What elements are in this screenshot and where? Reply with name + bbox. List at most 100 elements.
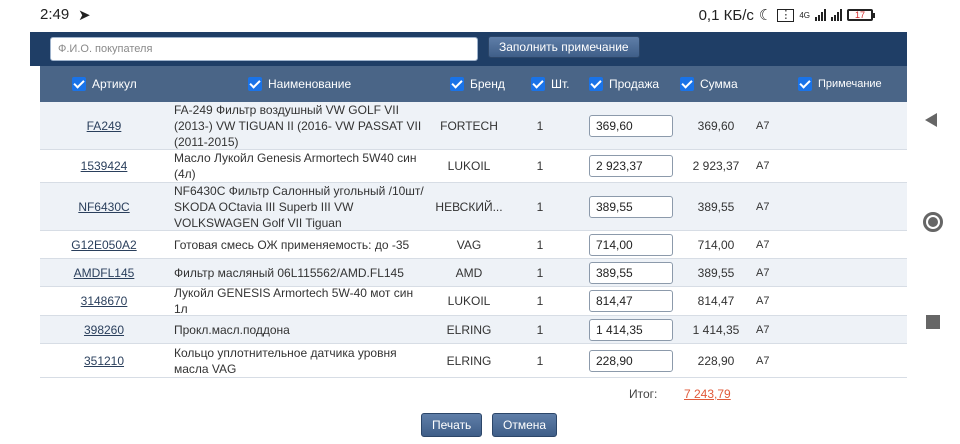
column-qty-label: Шт. xyxy=(551,77,570,91)
sale-price-input[interactable] xyxy=(589,114,673,137)
buyer-name-input[interactable] xyxy=(50,37,478,61)
item-sum: 369,60 xyxy=(697,118,735,133)
item-sum: 1 414,35 xyxy=(692,322,740,337)
column-note[interactable]: Примечание xyxy=(798,66,882,102)
item-qty: 1 xyxy=(536,353,544,368)
item-sum: 389,55 xyxy=(697,199,735,214)
article-link[interactable]: NF6430C xyxy=(78,200,129,214)
item-sum: 389,55 xyxy=(697,265,735,280)
telegram-icon: ➤ xyxy=(78,7,91,24)
column-sum[interactable]: Сумма xyxy=(680,66,738,102)
item-note: А7 xyxy=(756,323,770,336)
sale-price-input[interactable] xyxy=(589,349,673,372)
total-value-link[interactable]: 7 243,79 xyxy=(684,387,731,401)
item-name: Масло Лукойл Genesis Armortech 5W40 син … xyxy=(174,151,417,181)
total-label: Итог: xyxy=(629,387,658,401)
sale-price-input[interactable] xyxy=(589,290,673,312)
table-row: NF6430C NF6430C Фильтр Салонный угольный… xyxy=(40,183,907,231)
item-qty: 1 xyxy=(536,294,544,308)
status-indicators: 0,1 КБ/с ☾ ⋮ 4G 17 xyxy=(698,6,875,24)
article-link[interactable]: FA249 xyxy=(87,119,122,133)
recent-apps-icon[interactable] xyxy=(926,315,940,329)
checkbox-sale[interactable] xyxy=(589,77,603,91)
network-type: 4G xyxy=(799,10,810,20)
article-link[interactable]: 1539424 xyxy=(81,159,128,173)
sale-price-input[interactable] xyxy=(589,155,673,177)
item-brand: AMD xyxy=(455,265,483,280)
checkbox-article[interactable] xyxy=(72,77,86,91)
sale-price-input[interactable] xyxy=(589,233,673,256)
item-note: А7 xyxy=(756,295,770,307)
item-name: Прокл.масл.поддона xyxy=(174,322,290,337)
article-link[interactable]: G12E050A2 xyxy=(71,238,136,252)
item-note: А7 xyxy=(756,354,770,367)
column-sale[interactable]: Продажа xyxy=(589,66,659,102)
status-time: 2:49 xyxy=(40,6,70,23)
app-frame: 2:49 ➤ 0,1 КБ/с ☾ ⋮ 4G 17 Заполнить прим… xyxy=(30,0,907,444)
total-bar: Итог: 7 243,79 xyxy=(40,378,907,410)
item-qty: 1 xyxy=(536,159,544,173)
table-row: AMDFL145 Фильтр масляный 06L115562/AMD.F… xyxy=(40,259,907,287)
item-qty: 1 xyxy=(536,237,544,252)
item-note: А7 xyxy=(756,160,770,172)
message-icon: ⋮ xyxy=(777,8,795,22)
fill-note-button[interactable]: Заполнить примечание xyxy=(488,36,640,58)
article-link[interactable]: 351210 xyxy=(84,354,124,368)
item-qty: 1 xyxy=(536,118,544,133)
item-brand: ELRING xyxy=(446,353,492,368)
article-link[interactable]: 398260 xyxy=(84,323,124,337)
table-row: FA249 FA-249 Фильтр воздушный VW GOLF VI… xyxy=(40,102,907,150)
item-sum: 228,90 xyxy=(697,353,735,368)
signal-icon-2 xyxy=(831,9,842,21)
table-row: 351210 Кольцо уплотнительное датчика уро… xyxy=(40,344,907,378)
item-name: Готовая смесь ОЖ применяемость: до -35 xyxy=(174,237,410,252)
checkbox-name[interactable] xyxy=(248,77,262,91)
item-name: Лукойл GENESIS Armortech 5W-40 мот син 1… xyxy=(174,286,414,316)
footer-actions: Печать Отмена xyxy=(30,410,907,444)
checkbox-sum[interactable] xyxy=(680,77,694,91)
android-nav-bar xyxy=(907,0,960,444)
item-qty: 1 xyxy=(536,199,544,214)
sale-price-input[interactable] xyxy=(589,195,673,218)
column-sum-label: Сумма xyxy=(700,77,738,91)
item-brand: НЕВСКИЙ... xyxy=(435,199,503,214)
table-header: Артикул Наименование Бренд Шт. Продажа С… xyxy=(40,66,907,102)
column-brand[interactable]: Бренд xyxy=(450,66,505,102)
table-body: FA249 FA-249 Фильтр воздушный VW GOLF VI… xyxy=(40,102,907,378)
item-sum: 714,00 xyxy=(697,237,735,252)
column-name-label: Наименование xyxy=(268,77,352,91)
status-bar: 2:49 ➤ 0,1 КБ/с ☾ ⋮ 4G 17 xyxy=(30,0,907,32)
signal-icon xyxy=(815,9,826,21)
table-row: G12E050A2 Готовая смесь ОЖ применяемость… xyxy=(40,231,907,259)
back-icon[interactable] xyxy=(925,113,937,127)
item-brand: ELRING xyxy=(446,322,492,337)
item-name: Кольцо уплотнительное датчика уровня мас… xyxy=(174,345,397,376)
sale-price-input[interactable] xyxy=(589,261,673,284)
column-name[interactable]: Наименование xyxy=(248,66,351,102)
cancel-button[interactable]: Отмена xyxy=(492,413,558,437)
sale-price-input[interactable] xyxy=(589,318,673,341)
item-note: А7 xyxy=(756,200,770,213)
article-link[interactable]: AMDFL145 xyxy=(74,266,135,280)
item-name: Фильтр масляный 06L115562/AMD.FL145 xyxy=(174,265,404,280)
item-name: NF6430C Фильтр Салонный угольный /10шт/ … xyxy=(174,183,424,230)
item-note: А7 xyxy=(756,238,770,251)
print-button[interactable]: Печать xyxy=(421,413,483,437)
item-qty: 1 xyxy=(536,322,544,337)
item-note: А7 xyxy=(756,119,770,132)
table-row: 398260 Прокл.масл.поддона ELRING 1 1 414… xyxy=(40,316,907,344)
checkbox-brand[interactable] xyxy=(450,77,464,91)
article-link[interactable]: 3148670 xyxy=(81,294,128,308)
item-name: FA-249 Фильтр воздушный VW GOLF VII (201… xyxy=(174,102,422,149)
column-qty[interactable]: Шт. xyxy=(531,66,570,102)
item-brand: LUKOIL xyxy=(447,294,491,308)
item-brand: VAG xyxy=(456,237,482,252)
checkbox-note[interactable] xyxy=(798,77,812,91)
network-speed: 0,1 КБ/с xyxy=(698,6,754,24)
home-icon[interactable] xyxy=(923,212,943,232)
item-brand: FORTECH xyxy=(440,118,498,133)
column-note-label: Примечание xyxy=(818,78,882,90)
checkbox-qty[interactable] xyxy=(531,77,545,91)
column-article[interactable]: Артикул xyxy=(72,66,137,102)
item-brand: LUKOIL xyxy=(447,159,491,173)
